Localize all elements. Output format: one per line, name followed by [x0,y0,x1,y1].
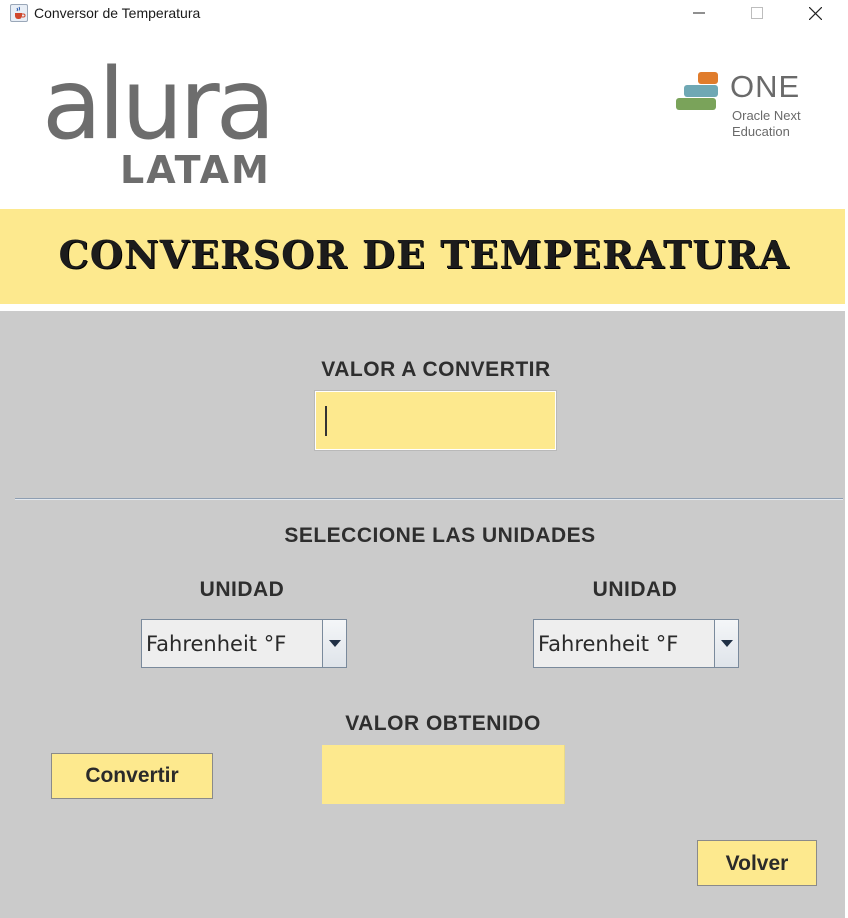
select-units-label: SELECCIONE LAS UNIDADES [284,524,596,547]
one-logo-line2: Education [732,124,790,139]
oracle-next-education-logo: ONE Oracle Next Education [674,70,824,150]
title-banner: CONVERSOR DE TEMPERATURA [0,209,848,304]
alura-logo-sub: LATAM [120,148,271,192]
valor-input[interactable] [314,390,557,451]
unidad-to-dropdown-button[interactable] [714,620,738,667]
text-caret [325,406,327,436]
title-bar: Conversor de Temperatura [0,0,848,28]
volver-button[interactable]: Volver [697,840,817,886]
java-cup-icon[interactable] [10,4,28,22]
unidad-from-select[interactable]: Fahrenheit °F [141,619,347,668]
window-title: Conversor de Temperatura [34,5,201,21]
page-title: CONVERSOR DE TEMPERATURA [58,232,790,277]
one-logo-subtitle: Oracle Next Education [732,108,801,140]
unidad-to-select[interactable]: Fahrenheit °F [533,619,739,668]
converter-form: VALOR A CONVERTIR SELECCIONE LAS UNIDADE… [0,311,845,918]
unidad-to-label: UNIDAD [592,578,678,601]
convertir-button[interactable]: Convertir [51,753,213,799]
maximize-button[interactable] [734,0,780,28]
one-logo-line1: Oracle Next [732,108,801,123]
valor-label: VALOR A CONVERTIR [321,358,551,381]
one-logo-title: ONE [730,69,801,104]
unidad-to-value: Fahrenheit °F [538,632,679,656]
valor-obtenido-field [322,745,565,804]
one-logo-icon [676,72,718,110]
minimize-icon [693,12,705,14]
chevron-down-icon [329,640,341,647]
header: alura LATAM ONE Oracle Next Education [0,28,848,209]
alura-latam-logo: alura LATAM [42,48,276,192]
separator [15,498,843,500]
valor-obtenido-label: VALOR OBTENIDO [345,712,541,735]
chevron-down-icon [721,640,733,647]
unidad-from-label: UNIDAD [199,578,285,601]
unidad-from-value: Fahrenheit °F [146,632,287,656]
alura-logo-word: alura [42,48,276,162]
minimize-button[interactable] [676,0,722,28]
close-icon [809,7,822,20]
maximize-icon [751,7,763,19]
unidad-from-dropdown-button[interactable] [322,620,346,667]
close-button[interactable] [792,0,838,28]
banner-gap [0,304,848,311]
